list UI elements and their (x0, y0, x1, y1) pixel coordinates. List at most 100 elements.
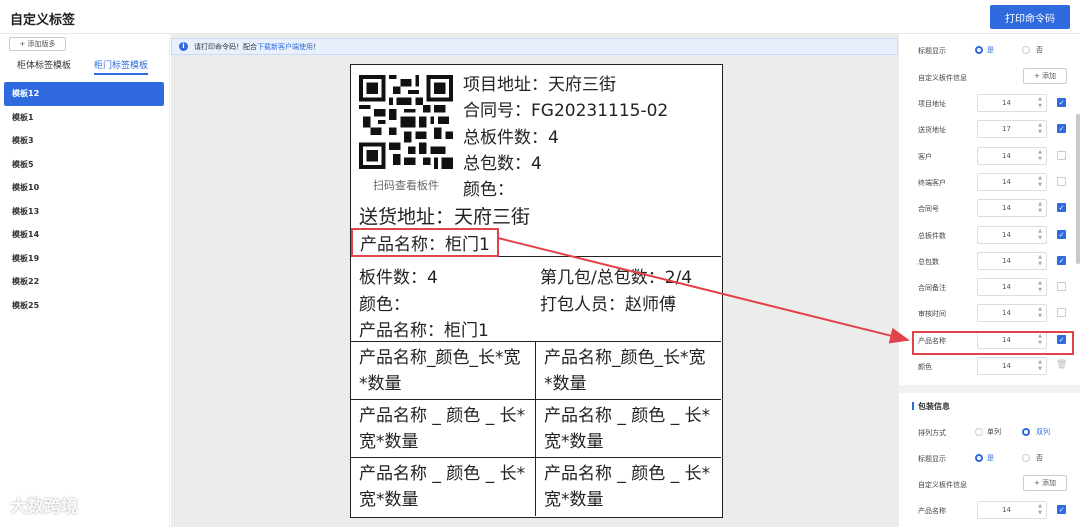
custom-board-info-row: 自定义板件信息 + 添加 (899, 67, 1074, 87)
field-checkbox[interactable]: ✓ (1057, 505, 1066, 514)
field-checkbox[interactable] (1057, 308, 1066, 318)
stepper-arrows-icon[interactable]: ▲ ▼ (1038, 175, 1042, 189)
field-label: 客户 (918, 152, 932, 161)
arrangement-label: 排列方式 (918, 429, 946, 437)
template-item[interactable]: 模板10 (4, 176, 164, 200)
stepper-arrows-icon[interactable]: ▲ ▼ (1038, 306, 1042, 320)
field-label: 产品名称 (918, 507, 946, 515)
label-board-count[interactable]: 板件数：4 (359, 263, 438, 288)
stepper-arrows-icon[interactable]: ▲ ▼ (1038, 122, 1042, 136)
stepper-arrows-icon[interactable]: ▲ ▼ (1038, 96, 1042, 110)
label-product-name[interactable]: 产品名称：柜门1 (351, 228, 499, 257)
title-display-yes-radio[interactable] (975, 46, 983, 54)
field-row: 终端客户 14 ▲ ▼ (899, 172, 1074, 192)
template-item[interactable]: 模板5 (4, 153, 164, 177)
field-checkbox[interactable]: ✓ (1057, 203, 1066, 213)
info-icon: i (179, 42, 188, 51)
label-package-color[interactable]: 颜色： (359, 290, 410, 315)
font-size-stepper[interactable]: 14 ▲ ▼ (977, 357, 1047, 375)
board-cell-line1: 产品名称_颜色_长*宽 (359, 348, 521, 368)
font-size-value: 14 (1002, 151, 1011, 160)
field-row: 总板件数 14 ▲ ▼ ✓ (899, 225, 1074, 245)
template-item[interactable]: 模板14 (4, 223, 164, 247)
font-size-value: 14 (1002, 283, 1011, 292)
stepper-arrows-icon[interactable]: ▲ ▼ (1038, 201, 1042, 215)
delete-icon[interactable]: 🗑 (1056, 360, 1067, 370)
font-size-stepper[interactable]: 14 ▲ ▼ (977, 225, 1047, 244)
qr-code-icon (359, 75, 453, 169)
top-header: 自定义标签 打印命令码 (0, 0, 1080, 34)
font-size-stepper[interactable]: 14 ▲ ▼ (977, 251, 1047, 270)
template-item[interactable]: 模板25 (4, 294, 164, 318)
label-color[interactable]: 颜色： (463, 175, 514, 200)
template-item[interactable]: 模板22 (4, 270, 164, 294)
print-command-code-button[interactable]: 打印命令码 (990, 5, 1070, 29)
field-checkbox[interactable] (1057, 282, 1066, 292)
label-total-packages[interactable]: 总包数：4 (463, 149, 542, 174)
title-display-label: 标题显示 (918, 47, 946, 55)
label-contract-no[interactable]: 合同号：FG20231115-02 (463, 96, 668, 121)
font-size-stepper[interactable]: 14 ▲ ▼ (977, 199, 1047, 218)
field-checkbox[interactable] (1057, 176, 1066, 186)
field-checkbox[interactable] (1057, 150, 1066, 160)
template-item[interactable]: 模板3 (4, 129, 164, 153)
board-cell-line1: 产品名称 _ 颜色 _ 长* (544, 464, 711, 484)
font-size-stepper[interactable]: 14 ▲ ▼ (977, 501, 1047, 519)
stepper-arrows-icon[interactable]: ▲ ▼ (1038, 280, 1042, 294)
tab-door-template[interactable]: 柜门标签模板 (94, 58, 149, 75)
font-size-value: 14 (1002, 99, 1011, 107)
stepper-arrows-icon[interactable]: ▲ ▼ (1038, 359, 1042, 373)
font-size-stepper[interactable]: 14 ▲ ▼ (977, 94, 1047, 112)
title-display-no-radio[interactable] (1022, 46, 1030, 54)
field-row: 客户 14 ▲ ▼ (899, 146, 1074, 166)
template-item[interactable]: 模板19 (4, 247, 164, 271)
title-display-no-radio-2[interactable] (1022, 454, 1030, 462)
stepper-arrows-icon[interactable]: ▲ ▼ (1038, 228, 1042, 242)
field-checkbox[interactable]: ✓ (1057, 255, 1066, 265)
label-project-address[interactable]: 项目地址：天府三街 (463, 70, 616, 95)
field-row-product-name-2: 产品名称 14 ▲ ▼ ✓ (899, 500, 1074, 520)
preview-canvas: i 请打印命令码！配合 下载新客户端使用 ！ 扫码查看板件 项目地址：天府三街 … (171, 34, 898, 527)
title-display-yes-radio-2[interactable] (975, 454, 983, 462)
tab-cabinet-template[interactable]: 柜体标签模板 (17, 58, 71, 71)
template-item[interactable]: 模板13 (4, 200, 164, 224)
add-custom-info-button-2[interactable]: + 添加 (1023, 475, 1067, 491)
arrangement-double-radio[interactable] (1022, 428, 1030, 436)
label-packer[interactable]: 打包人员：赵师傅 (540, 290, 676, 315)
field-label: 颜色 (918, 363, 932, 371)
board-cell-line1: 产品名称 _ 颜色 _ 长* (359, 464, 526, 484)
font-size-stepper[interactable]: 14 ▲ ▼ (977, 304, 1047, 323)
label-delivery-address[interactable]: 送货地址：天府三街 (359, 202, 530, 229)
download-client-link[interactable]: 下载新客户端使用 (257, 42, 313, 52)
stepper-arrows-icon[interactable]: ▲ ▼ (1038, 149, 1042, 163)
title-display-yes-text: 是 (987, 46, 994, 54)
add-template-button[interactable]: + 添加版多 (9, 37, 66, 51)
panel-scrollbar[interactable] (1076, 114, 1080, 264)
font-size-stepper[interactable]: 14 ▲ ▼ (977, 278, 1047, 297)
label-package-product-name[interactable]: 产品名称：柜门1 (359, 316, 489, 341)
label-total-boards[interactable]: 总板件数：4 (463, 123, 559, 148)
custom-board-info-label-2: 自定义板件信息 (918, 481, 967, 489)
add-custom-info-button[interactable]: + 添加 (1023, 68, 1067, 84)
template-item[interactable]: 模板1 (4, 106, 164, 130)
font-size-stepper[interactable]: 17 ▲ ▼ (977, 120, 1047, 139)
field-checkbox[interactable]: ✓ (1057, 98, 1066, 107)
board-cell-line1: 产品名称 _ 颜色 _ 长* (544, 406, 711, 426)
label-package-no[interactable]: 第几包/总包数：2/4 (540, 263, 692, 288)
font-size-stepper[interactable]: 14 ▲ ▼ (977, 172, 1047, 191)
font-size-stepper[interactable]: 14 ▲ ▼ (977, 146, 1047, 165)
board-cell: 产品名称 _ 颜色 _ 长* 宽*数量 (536, 458, 721, 516)
font-size-value: 14 (1002, 256, 1011, 265)
field-row: 审核时间 14 ▲ ▼ (899, 303, 1074, 323)
stepper-arrows-icon[interactable]: ▲ ▼ (1038, 254, 1042, 268)
board-cell-line1: 产品名称_颜色_长*宽 (544, 348, 706, 368)
template-item[interactable]: 模板12 (4, 82, 164, 106)
field-row: 送货地址 17 ▲ ▼ ✓ (899, 119, 1074, 139)
template-sidebar: + 添加版多 柜体标签模板 柜门标签模板 模板12 模板1 模板3 模板5 模板… (0, 34, 170, 527)
arrangement-single-radio[interactable] (975, 428, 983, 436)
title-display-no-text-2: 否 (1036, 454, 1043, 462)
stepper-arrows-icon[interactable]: ▲ ▼ (1038, 503, 1042, 517)
watermark-logo: 大数跨境 (10, 497, 78, 517)
field-checkbox[interactable]: ✓ (1057, 229, 1066, 239)
field-checkbox[interactable]: ✓ (1057, 124, 1066, 134)
